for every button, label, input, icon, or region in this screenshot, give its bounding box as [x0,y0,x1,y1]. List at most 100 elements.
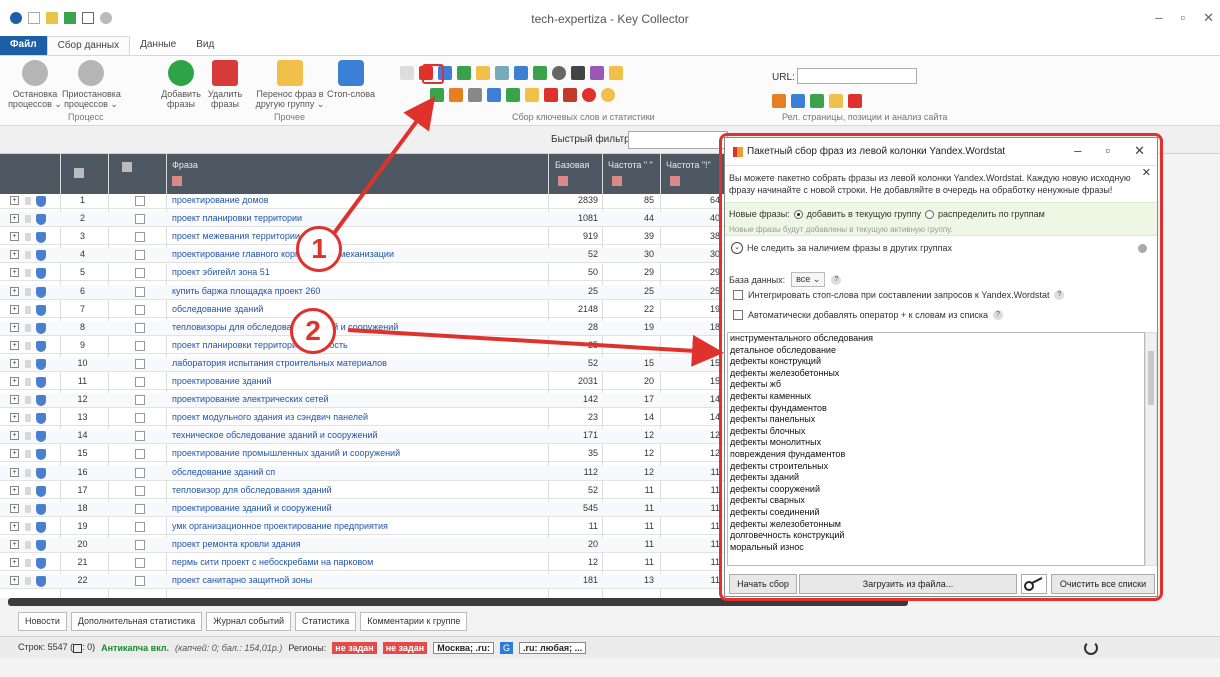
row-checkbox[interactable] [135,322,145,333]
row-phrase[interactable]: проект ремонта кровли здания [172,539,301,549]
expand-icon[interactable]: + [10,395,19,405]
textarea-scrollbar[interactable] [1145,332,1157,566]
row-checkbox[interactable] [135,286,145,297]
expand-icon[interactable]: + [10,322,19,332]
refresh-icon[interactable] [1084,641,1098,655]
row-checkbox[interactable] [135,558,145,568]
move-phrases-button[interactable]: Перенос фраз в другую группу ⌄ [254,60,326,109]
flag-icon[interactable] [533,66,547,80]
lock-icon[interactable] [25,323,31,332]
restore-button[interactable]: ▫ [1180,10,1185,26]
row-phrase[interactable]: проект межевания территории [172,231,300,241]
lock-icon[interactable] [25,197,31,205]
header-phrase[interactable]: Фраза [172,160,198,170]
shield-icon[interactable] [36,539,46,551]
shield-icon[interactable] [36,286,46,298]
stopwords-checkbox[interactable] [733,290,743,300]
shield-icon[interactable] [36,395,46,407]
tool-icon[interactable] [400,66,414,80]
load-from-file-button[interactable]: Загрузить из файла... [799,574,1017,594]
users-icon[interactable] [476,66,490,80]
key-icon[interactable] [1021,574,1047,594]
row-phrase[interactable]: обследование зданий [172,304,263,314]
shield-icon[interactable] [36,358,46,370]
columns-settings-icon[interactable] [74,168,84,178]
lock-icon[interactable] [25,396,31,405]
shield-icon[interactable] [36,413,46,425]
lock-icon[interactable] [25,486,31,495]
row-phrase[interactable]: проектирование электрических сетей [172,394,329,404]
shield-icon[interactable] [36,340,46,352]
row-phrase[interactable]: техническое обследование зданий и сооруж… [172,430,378,440]
row-phrase[interactable]: проект санитарно защитной зоны [172,575,312,585]
table-icon[interactable] [514,66,528,80]
shield-icon[interactable] [36,377,46,388]
phrases-textarea[interactable]: инструментального обследования детальное … [727,332,1145,566]
stop-processes-button[interactable]: Остановка процессов ⌄ [6,60,64,109]
check-icon[interactable] [590,66,604,80]
region-yandex[interactable]: Москва; .ru: [433,641,495,654]
expand-icon[interactable]: + [10,485,19,495]
lock-icon[interactable] [25,450,31,459]
expand-icon[interactable]: + [10,449,19,459]
tag-icon[interactable] [449,88,463,102]
pencil-icon[interactable] [829,94,843,108]
row-phrase[interactable]: проект эбигейл зона 51 [172,267,270,277]
shield-icon[interactable] [36,431,46,443]
row-checkbox[interactable] [135,214,145,225]
expand-icon[interactable]: + [10,521,19,531]
help-icon[interactable]: ? [831,274,842,285]
lock-icon[interactable] [25,251,31,260]
expand-icon[interactable]: + [10,214,19,224]
select-all-icon[interactable] [122,162,132,172]
lock-icon[interactable] [25,269,31,278]
ya-icon[interactable] [848,94,862,108]
tab-view[interactable]: Вид [186,36,224,55]
row-phrase[interactable]: умк организационное проектирование предп… [172,521,388,531]
pause-processes-button[interactable]: Приостановка процессов ⌄ [62,60,121,109]
gear-icon[interactable] [1138,244,1147,253]
url-input[interactable] [797,68,917,84]
coin-icon[interactable] [601,88,615,102]
lock-icon[interactable] [25,287,31,296]
stats-icon[interactable] [772,94,786,108]
dialog-minimize-button[interactable]: – [1074,143,1081,159]
base-filter-icon[interactable] [558,176,568,186]
row-checkbox[interactable] [135,340,145,351]
shield-icon[interactable] [36,558,46,569]
radio-distribute[interactable] [925,209,935,219]
expand-icon[interactable]: + [10,358,19,368]
lock-icon[interactable] [25,414,31,423]
star-icon[interactable] [609,66,623,80]
lock-icon[interactable] [25,522,31,531]
header-base[interactable]: Базовая [555,160,589,170]
stop-words-button[interactable]: Стоп-слова [322,60,380,99]
shield-icon[interactable] [36,503,46,515]
image-icon[interactable] [495,66,509,80]
expand-icon[interactable]: + [10,503,19,513]
plus-operator-option[interactable]: Автоматически добавлять оператор + к сло… [733,310,1003,320]
list-icon[interactable] [571,66,585,80]
expand-icon[interactable]: + [10,340,19,350]
gear-icon[interactable] [582,88,596,102]
help-icon[interactable]: ? [1054,290,1065,300]
expand-icon[interactable]: + [10,431,19,441]
row-phrase[interactable]: пермь сити проект с небоскребами на парк… [172,557,373,567]
lock-icon[interactable] [25,559,31,567]
puzzle-icon[interactable] [525,88,539,102]
no-track-toggle[interactable]: ⌄ Не следить за наличием фразы в других … [731,242,952,254]
tab-group-comments[interactable]: Комментарии к группе [360,612,468,631]
lock-icon[interactable] [25,540,31,549]
phrase-filter-icon[interactable] [172,176,182,186]
lock-icon[interactable] [25,468,31,477]
header-freq-quoted[interactable]: Частота " " [608,160,653,170]
mail-icon[interactable] [506,88,520,102]
tab-extra-stats[interactable]: Дополнительная статистика [70,612,203,631]
shield-icon[interactable] [36,521,46,533]
row-checkbox[interactable] [135,485,145,496]
radio-current-group[interactable] [793,209,803,219]
shield-icon[interactable] [36,268,46,280]
expand-icon[interactable]: + [10,268,19,278]
row-checkbox[interactable] [135,232,145,243]
row-checkbox[interactable] [135,521,145,532]
